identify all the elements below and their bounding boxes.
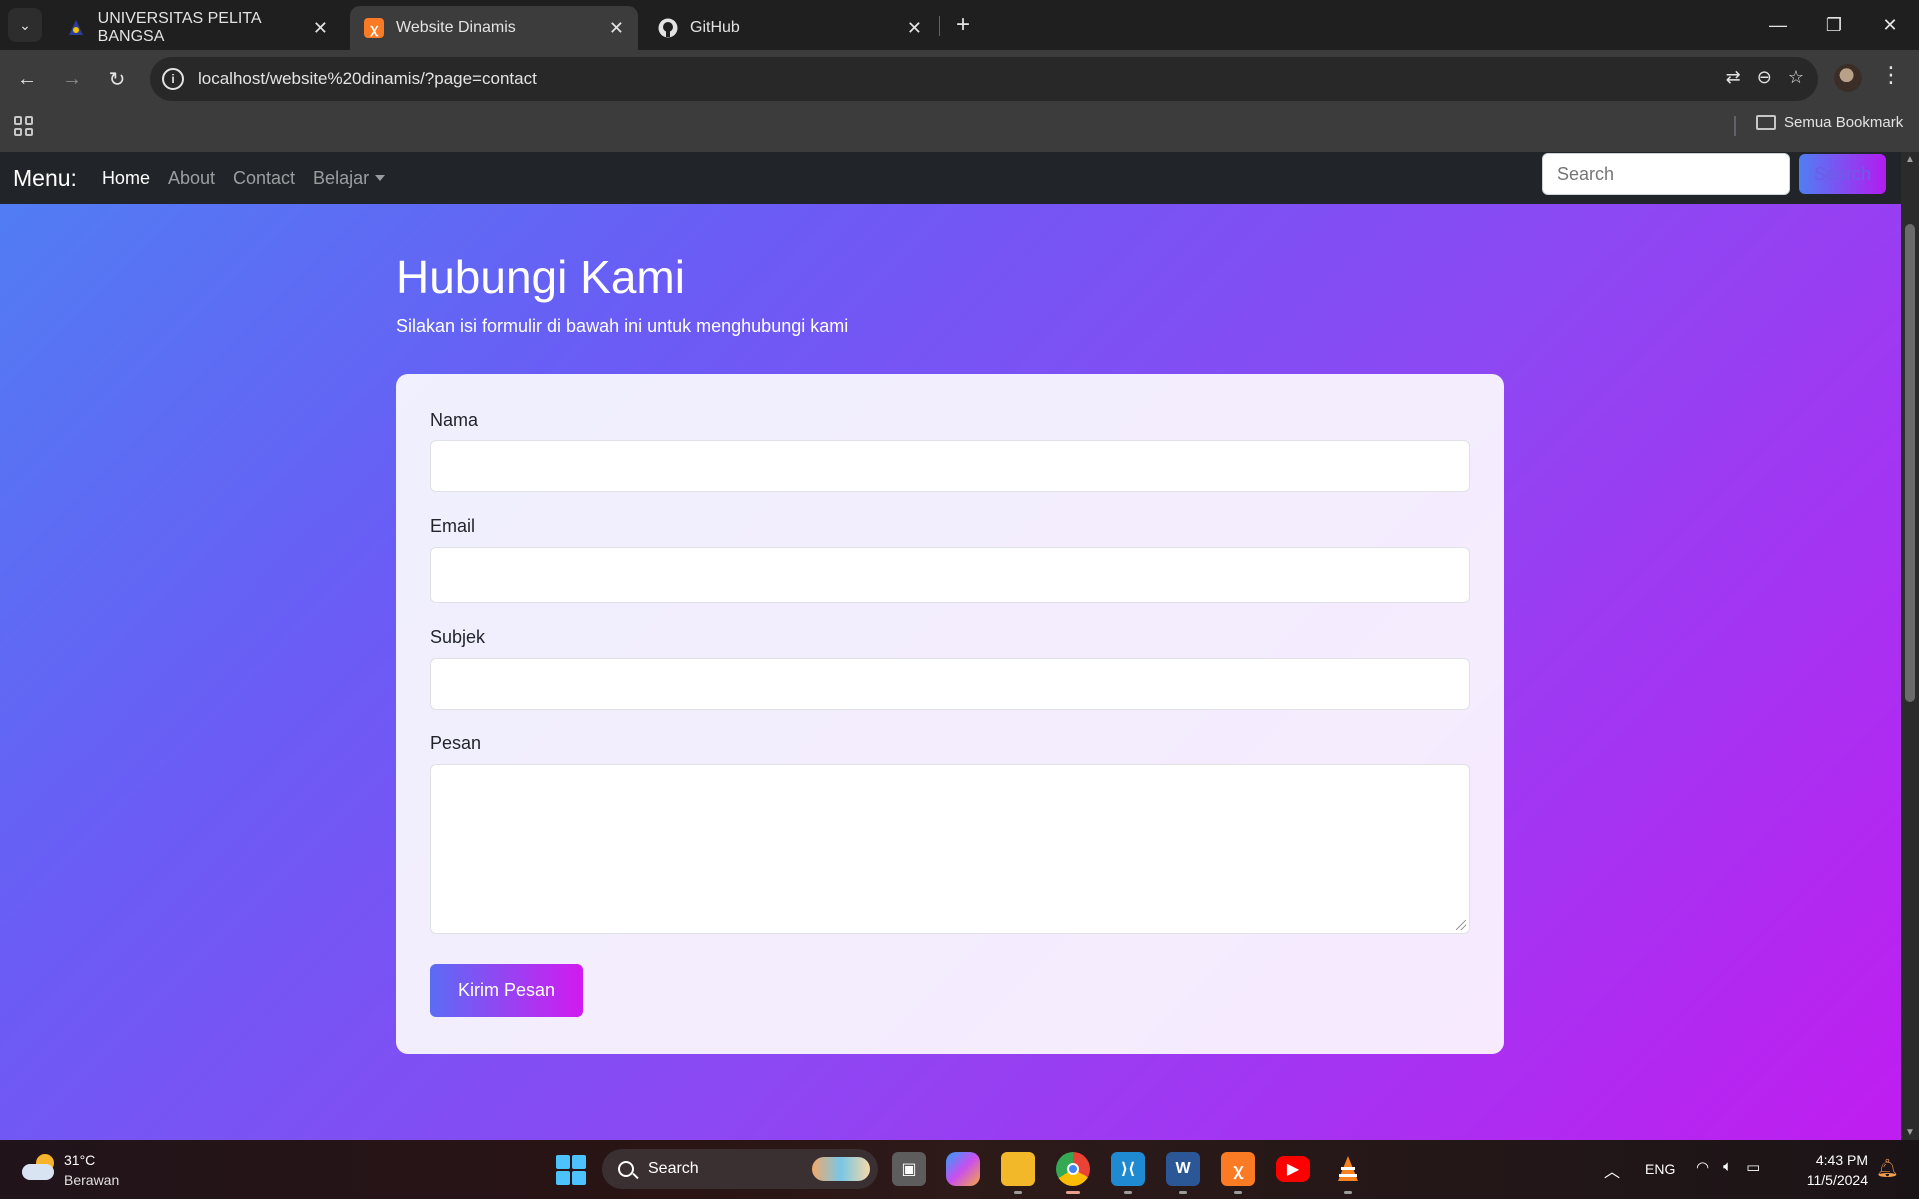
vscode-icon[interactable]: ⟩⟨ — [1111, 1152, 1145, 1194]
navbar-search-input[interactable] — [1542, 153, 1790, 195]
caret-down-icon — [375, 174, 386, 181]
zoom-icon[interactable]: ⊖ — [1757, 67, 1772, 88]
minimize-button[interactable]: — — [1758, 8, 1798, 42]
close-window-button[interactable]: ✕ — [1870, 8, 1910, 42]
folder-icon — [1756, 115, 1776, 130]
volume-icon[interactable]: 🔈︎ — [1723, 1158, 1732, 1176]
close-icon[interactable]: ✕ — [907, 18, 922, 39]
youtube-icon[interactable]: ▶ — [1276, 1156, 1310, 1182]
github-icon — [658, 18, 678, 38]
nav-dropdown-belajar[interactable]: Belajar — [304, 168, 394, 189]
subject-label: Subjek — [430, 627, 486, 647]
weather-cloud-sun-icon[interactable] — [22, 1154, 58, 1182]
subject-input[interactable] — [430, 658, 1470, 710]
tab-separator — [939, 16, 940, 36]
close-icon[interactable]: ✕ — [609, 18, 624, 39]
file-explorer-icon[interactable] — [1001, 1152, 1035, 1194]
university-logo-icon — [66, 18, 86, 38]
search-highlight-icon — [812, 1157, 870, 1181]
weather-condition[interactable]: Berawan — [64, 1172, 119, 1188]
all-bookmarks-button[interactable]: Semua Bookmark — [1756, 114, 1903, 131]
tab-title: UNIVERSITAS PELITA BANGSA — [97, 10, 261, 45]
site-navbar: Menu: Home About Contact Belajar Search — [0, 152, 1901, 204]
browser-tab-strip: ⌄ UNIVERSITAS PELITA BANGSA ✕ ꭓ Website … — [0, 0, 1919, 50]
tab-universitas[interactable]: UNIVERSITAS PELITA BANGSA ✕ — [52, 6, 342, 50]
chrome-icon[interactable] — [1056, 1152, 1090, 1194]
windows-start-icon[interactable] — [556, 1155, 586, 1185]
browser-toolbar: ← → ↻ i localhost/website%20dinamis/?pag… — [0, 50, 1919, 108]
restore-button[interactable]: ❐ — [1814, 8, 1854, 42]
tab-title: Website Dinamis — [396, 19, 516, 36]
nav-dropdown-label: Belajar — [313, 167, 370, 188]
apps-grid-icon[interactable] — [14, 116, 34, 136]
resize-handle-icon[interactable] — [1456, 920, 1466, 930]
tab-github[interactable]: GitHub ✕ — [644, 6, 936, 50]
vlc-icon[interactable] — [1331, 1152, 1365, 1194]
nav-link-home[interactable]: Home — [93, 168, 159, 189]
clock-time: 4:43 PM — [1815, 1152, 1868, 1168]
name-input[interactable] — [430, 440, 1470, 492]
address-bar[interactable]: i localhost/website%20dinamis/?page=cont… — [150, 57, 1818, 101]
clock-date: 11/5/2024 — [1806, 1172, 1868, 1188]
scrollbar-thumb[interactable] — [1905, 224, 1915, 702]
search-icon — [618, 1161, 634, 1177]
submit-button[interactable]: Kirim Pesan — [430, 964, 583, 1017]
battery-icon[interactable]: ▭ — [1746, 1158, 1760, 1176]
tab-website-dinamis[interactable]: ꭓ Website Dinamis ✕ — [350, 6, 638, 50]
copilot-icon[interactable] — [946, 1152, 980, 1186]
windows-taskbar: 31°C Berawan Search ▣ ⟩⟨ W ꭓ ▶ ︿ ENG ◠ 🔈… — [0, 1140, 1919, 1199]
bookmark-star-icon[interactable]: ☆ — [1788, 67, 1804, 88]
weather-temperature[interactable]: 31°C — [64, 1152, 95, 1168]
back-button[interactable]: ← — [10, 62, 44, 96]
taskbar-clock[interactable]: 4:43 PM 11/5/2024 — [1796, 1152, 1868, 1188]
page-title: Hubungi Kami — [396, 251, 685, 303]
message-textarea[interactable] — [430, 764, 1470, 934]
tab-search-button[interactable]: ⌄ — [8, 8, 42, 42]
task-view-icon[interactable]: ▣ — [892, 1152, 926, 1186]
notification-bell-icon[interactable]: 🔔︎ — [1876, 1158, 1899, 1179]
language-indicator[interactable]: ENG — [1645, 1161, 1675, 1177]
scroll-up-arrow-icon[interactable]: ▲ — [1905, 154, 1915, 165]
show-hidden-icons-icon[interactable]: ︿ — [1604, 1158, 1620, 1182]
contact-form-card: Nama Email Subjek Pesan Kirim Pesan — [396, 374, 1504, 1054]
new-tab-button[interactable]: + — [948, 10, 978, 40]
navbar-search-button[interactable]: Search — [1799, 154, 1886, 194]
message-label: Pesan — [430, 733, 482, 753]
navbar-links: Home About Contact Belajar — [93, 168, 394, 189]
name-label: Nama — [430, 410, 479, 430]
bookmarks-separator — [1734, 116, 1736, 136]
nav-link-contact[interactable]: Contact — [224, 168, 304, 189]
nav-link-about[interactable]: About — [159, 168, 224, 189]
taskbar-search[interactable]: Search — [602, 1149, 878, 1189]
wifi-icon[interactable]: ◠ — [1696, 1158, 1709, 1176]
word-icon[interactable]: W — [1166, 1152, 1200, 1194]
site-info-icon[interactable]: i — [162, 68, 184, 90]
system-tray[interactable]: ◠ 🔈︎ ▭ — [1696, 1158, 1760, 1176]
close-icon[interactable]: ✕ — [313, 18, 328, 39]
taskbar-search-label: Search — [648, 1160, 699, 1177]
more-menu-icon[interactable]: ⋮ — [1880, 62, 1902, 88]
scroll-down-arrow-icon[interactable]: ▼ — [1905, 1127, 1915, 1138]
reload-button[interactable]: ↻ — [100, 62, 134, 96]
profile-avatar[interactable] — [1834, 64, 1862, 92]
navbar-brand[interactable]: Menu: — [13, 165, 77, 192]
page-subtitle: Silakan isi formulir di bawah ini untuk … — [396, 316, 849, 336]
bookmarks-bar — [0, 108, 1919, 152]
translate-icon[interactable]: ⇄ — [1726, 67, 1741, 88]
page-scrollbar[interactable]: ▲ ▼ — [1901, 152, 1919, 1140]
tab-title: GitHub — [690, 19, 740, 36]
xampp-taskbar-icon[interactable]: ꭓ — [1221, 1152, 1255, 1194]
url-text[interactable]: localhost/website%20dinamis/?page=contac… — [198, 69, 537, 89]
all-bookmarks-label: Semua Bookmark — [1784, 114, 1904, 131]
email-label: Email — [430, 516, 476, 536]
email-input[interactable] — [430, 547, 1470, 603]
xampp-icon: ꭓ — [364, 18, 384, 38]
page-viewport: Menu: Home About Contact Belajar Search … — [0, 152, 1901, 1140]
forward-button[interactable]: → — [55, 62, 89, 96]
